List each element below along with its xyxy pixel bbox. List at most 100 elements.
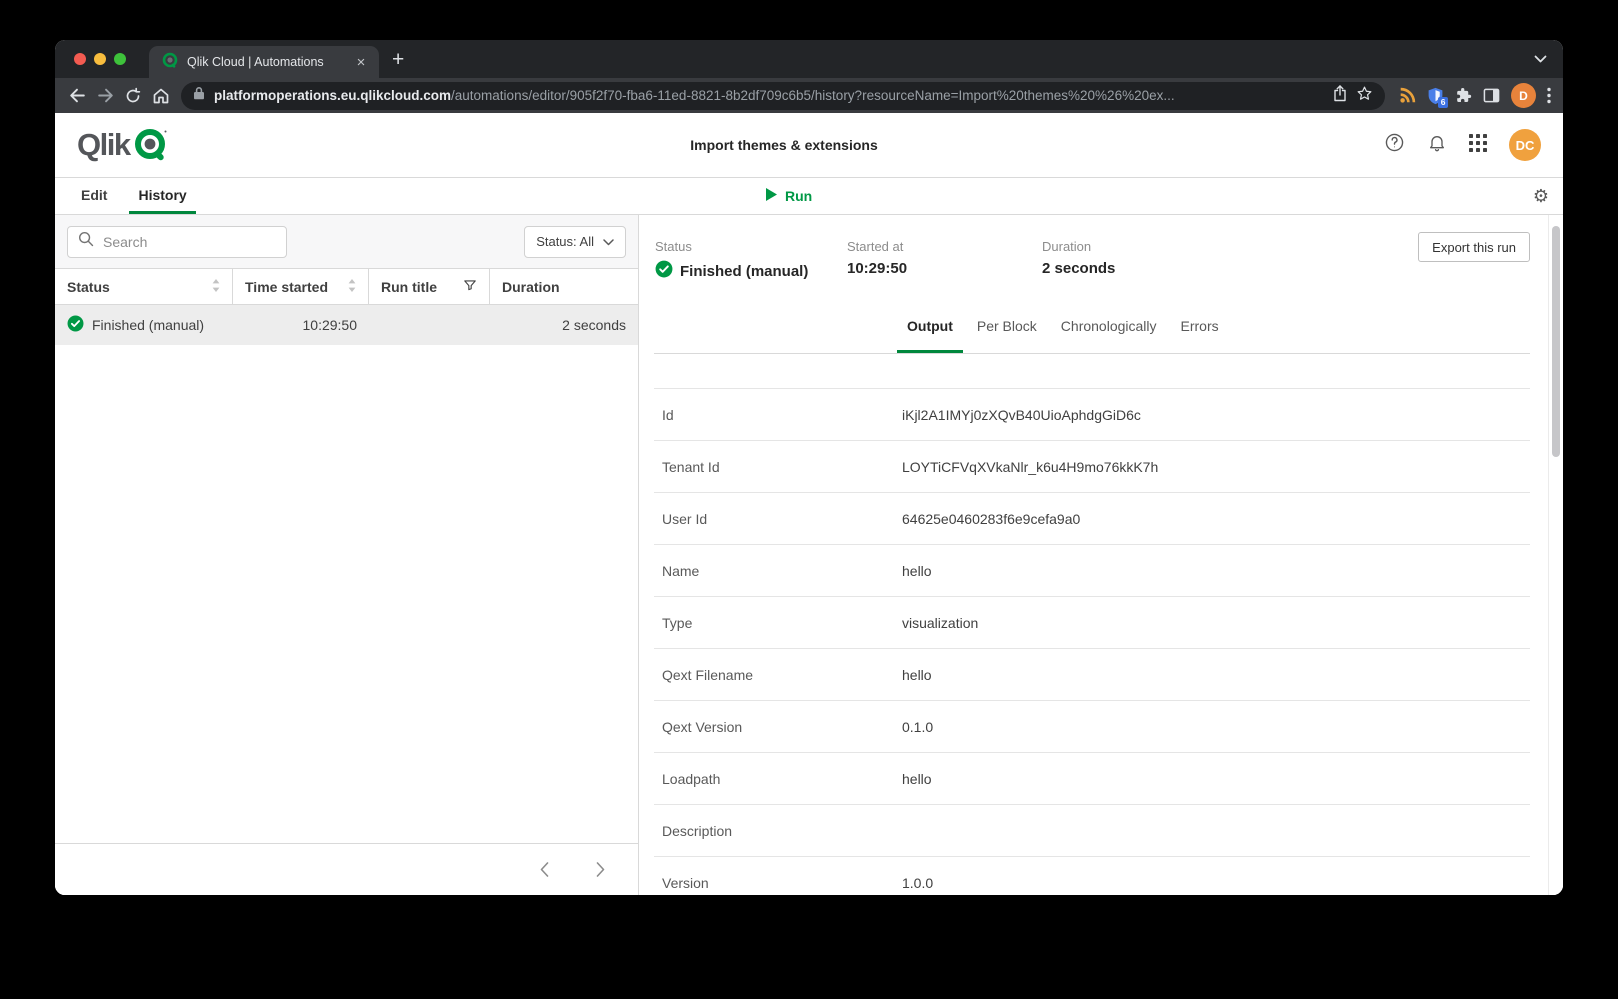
field-row-loadpath: Loadpath hello — [654, 752, 1530, 804]
browser-window: Qlik Cloud | Automations × + platformope… — [55, 40, 1563, 895]
tab-chronologically[interactable]: Chronologically — [1051, 302, 1167, 353]
back-icon[interactable] — [63, 82, 91, 110]
filter-funnel-icon[interactable] — [463, 278, 477, 295]
browser-tab[interactable]: Qlik Cloud | Automations × — [149, 46, 379, 78]
field-row-version: Version 1.0.0 — [654, 856, 1530, 895]
search-input[interactable] — [67, 226, 287, 258]
automation-action-bar: Edit History Run ⚙ — [55, 178, 1563, 215]
tab-title: Qlik Cloud | Automations — [187, 55, 344, 69]
summary-status-value: Finished (manual) — [680, 263, 808, 280]
column-header-time-started[interactable]: Time started — [233, 269, 369, 304]
rss-extension-icon[interactable] — [1399, 87, 1416, 104]
qlik-logo[interactable]: Qlik — [77, 124, 170, 167]
column-header-duration[interactable]: Duration — [490, 269, 638, 304]
run-detail-panel: Status Finished (manual) Started at 10:2… — [639, 215, 1563, 895]
close-window-button[interactable] — [74, 53, 86, 65]
field-value: 1.0.0 — [902, 875, 933, 891]
status-filter-dropdown[interactable]: Status: All — [524, 226, 626, 258]
minimize-window-button[interactable] — [94, 53, 106, 65]
reload-icon[interactable] — [119, 82, 147, 110]
qlik-logo-wordmark: Qlik — [77, 127, 130, 163]
tab-output[interactable]: Output — [897, 302, 963, 353]
history-table-row[interactable]: Finished (manual) 10:29:50 2 seconds — [55, 305, 638, 345]
tab-edit[interactable]: Edit — [72, 178, 116, 214]
field-label: Qext Version — [654, 719, 902, 735]
scrollbar-thumb[interactable] — [1552, 226, 1560, 457]
extensions-puzzle-icon[interactable] — [1455, 87, 1472, 104]
side-panel-icon[interactable] — [1483, 87, 1500, 104]
browser-tab-strip: Qlik Cloud | Automations × + — [55, 40, 1563, 78]
shield-extension-icon[interactable]: 6 — [1427, 87, 1444, 105]
field-row-tenant-id: Tenant Id LOYTiCFVqXVkaNlr_k6u4H9mo76kkK… — [654, 440, 1530, 492]
run-title-cell — [369, 305, 490, 345]
field-value: 0.1.0 — [902, 719, 933, 735]
field-label: Tenant Id — [654, 459, 902, 475]
detail-tabs: Output Per Block Chronologically Errors — [654, 302, 1530, 354]
user-avatar[interactable]: DC — [1509, 129, 1541, 161]
extension-area: 6 D — [1391, 83, 1555, 108]
forward-icon[interactable] — [91, 82, 119, 110]
home-icon[interactable] — [147, 82, 175, 110]
column-label: Status — [67, 279, 110, 295]
content-area: Status: All Status Time started — [55, 215, 1563, 895]
output-fields: Id iKjl2A1IMYj0zXQvB40UioAphdgGiD6c Tena… — [654, 388, 1530, 895]
settings-gear-icon[interactable]: ⚙ — [1533, 178, 1549, 214]
previous-page-icon[interactable] — [533, 859, 555, 881]
field-label: Type — [654, 615, 902, 631]
field-label: Name — [654, 563, 902, 579]
sort-icon — [212, 279, 220, 295]
url-domain: platformoperations.eu.qlikcloud.com — [214, 88, 451, 103]
notifications-bell-icon[interactable] — [1427, 132, 1447, 158]
tab-history[interactable]: History — [129, 178, 195, 214]
qlik-logo-q-icon — [134, 124, 170, 167]
tab-close-icon[interactable]: × — [353, 55, 369, 70]
success-check-icon — [67, 315, 84, 335]
summary-status: Status Finished (manual) — [655, 239, 847, 302]
field-label: Id — [654, 407, 902, 423]
chevron-down-icon — [603, 234, 614, 249]
field-label: Qext Filename — [654, 667, 902, 683]
export-run-button[interactable]: Export this run — [1418, 232, 1530, 262]
run-status-text: Finished (manual) — [92, 317, 204, 333]
field-label: Loadpath — [654, 771, 902, 787]
qlik-favicon-icon — [162, 52, 178, 73]
url-path: /automations/editor/905f2f70-fba6-11ed-8… — [451, 88, 1175, 103]
run-duration-cell: 2 seconds — [490, 305, 638, 345]
next-page-icon[interactable] — [589, 859, 611, 881]
browser-profile-avatar[interactable]: D — [1511, 83, 1536, 108]
summary-duration-label: Duration — [1042, 239, 1115, 254]
summary-started-value: 10:29:50 — [847, 260, 1042, 277]
lock-icon — [193, 86, 205, 105]
column-header-run-title[interactable]: Run title — [369, 269, 490, 304]
field-value: iKjl2A1IMYj0zXQvB40UioAphdgGiD6c — [902, 407, 1141, 423]
new-tab-button[interactable]: + — [392, 49, 404, 70]
tab-errors[interactable]: Errors — [1171, 302, 1229, 353]
run-button[interactable]: Run — [766, 178, 812, 214]
field-row-qext-version: Qext Version 0.1.0 — [654, 700, 1530, 752]
bookmark-star-icon[interactable] — [1356, 85, 1373, 107]
summary-started-label: Started at — [847, 239, 1042, 254]
field-label: Version — [654, 875, 902, 891]
app-launcher-waffle-icon[interactable] — [1469, 134, 1487, 157]
play-icon — [766, 188, 777, 204]
field-row-qext-filename: Qext Filename hello — [654, 648, 1530, 700]
pagination-footer — [55, 843, 638, 895]
search-field[interactable] — [103, 234, 276, 250]
tab-search-chevron-icon[interactable] — [1534, 55, 1547, 63]
maximize-window-button[interactable] — [114, 53, 126, 65]
history-filter-bar: Status: All — [55, 215, 638, 268]
address-bar[interactable]: platformoperations.eu.qlikcloud.com/auto… — [181, 82, 1385, 110]
browser-menu-icon[interactable] — [1547, 87, 1551, 104]
tab-per-block[interactable]: Per Block — [967, 302, 1047, 353]
field-value: 64625e0460283f6e9cefa9a0 — [902, 511, 1080, 527]
field-value: hello — [902, 667, 932, 683]
page-title: Import themes & extensions — [690, 137, 878, 153]
column-label: Duration — [502, 279, 560, 295]
app-header: Qlik Import themes & extensions DC — [55, 113, 1563, 178]
field-value: LOYTiCFVqXVkaNlr_k6u4H9mo76kkK7h — [902, 459, 1158, 475]
column-header-status[interactable]: Status — [55, 269, 233, 304]
history-table-header: Status Time started Run title — [55, 268, 638, 305]
help-icon[interactable] — [1384, 132, 1405, 158]
summary-duration-value: 2 seconds — [1042, 260, 1115, 277]
share-icon[interactable] — [1333, 85, 1347, 107]
